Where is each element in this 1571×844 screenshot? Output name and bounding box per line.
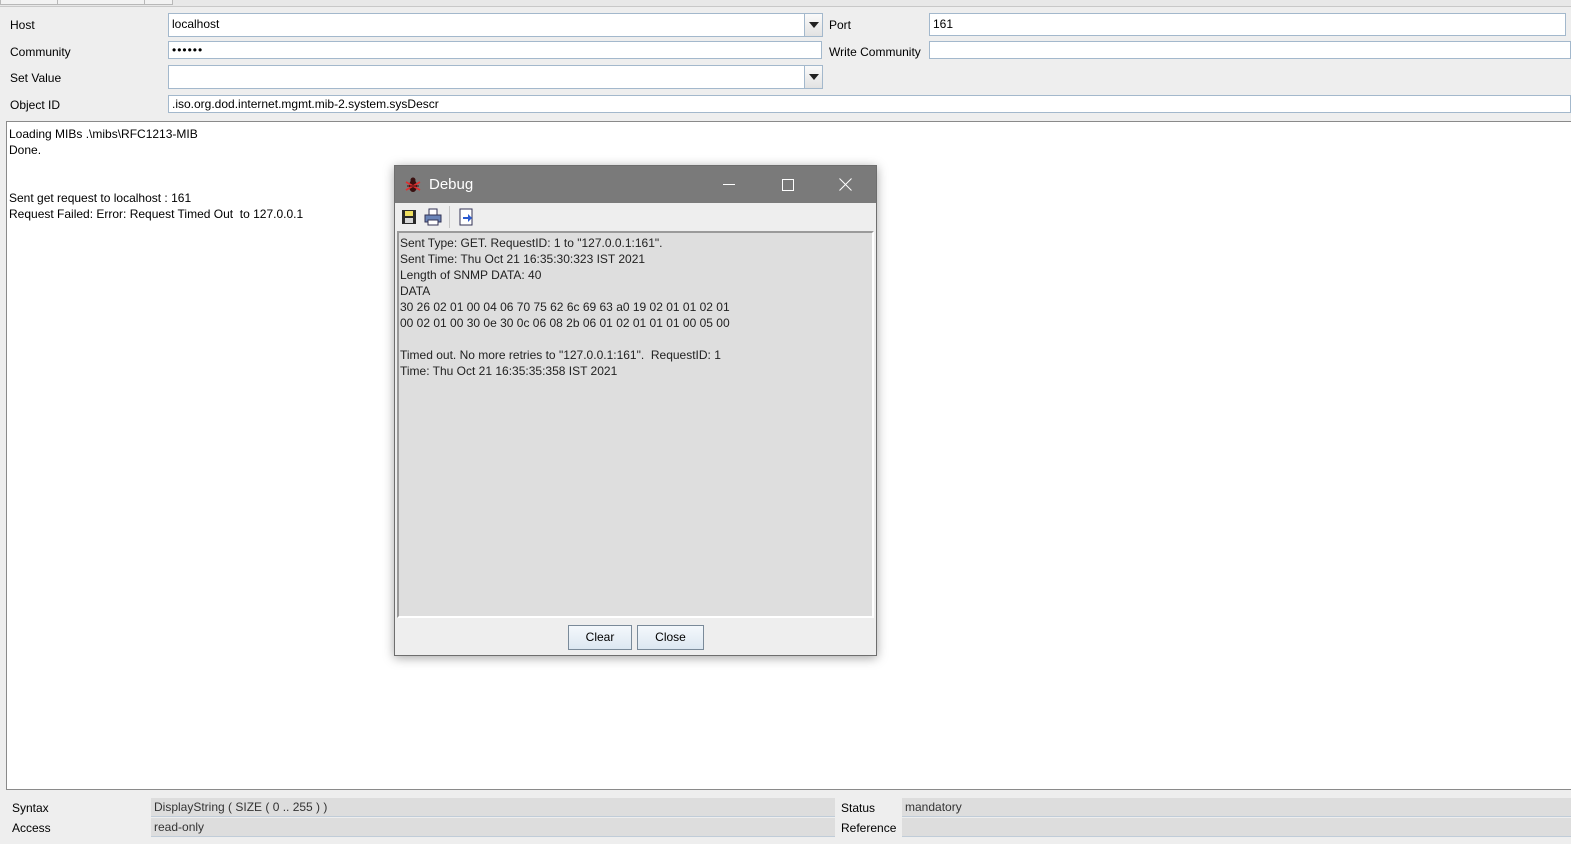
port-label: Port bbox=[829, 18, 852, 32]
save-icon bbox=[402, 210, 416, 224]
host-combo[interactable]: localhost bbox=[168, 13, 823, 37]
toolbar-separator bbox=[449, 206, 450, 228]
port-field[interactable]: 161 bbox=[929, 13, 1566, 36]
object-id-label: Object ID bbox=[10, 98, 61, 112]
debug-line: 00 02 01 00 30 0e 30 0c 06 08 2b 06 01 0… bbox=[400, 316, 730, 330]
minimize-icon bbox=[723, 184, 735, 185]
debug-line bbox=[400, 331, 871, 347]
output-line: Done. bbox=[9, 143, 42, 157]
export-button[interactable] bbox=[455, 206, 477, 228]
status-value: mandatory bbox=[902, 798, 1571, 817]
set-value-combo[interactable] bbox=[168, 65, 823, 89]
write-community-field[interactable] bbox=[929, 41, 1571, 59]
mib-details-panel: Syntax DisplayString ( SIZE ( 0 .. 255 )… bbox=[0, 795, 1571, 844]
syntax-label: Syntax bbox=[12, 801, 49, 815]
minimize-button[interactable] bbox=[707, 166, 753, 203]
debug-line: Sent Type: GET. RequestID: 1 to "127.0.0… bbox=[400, 236, 663, 250]
bug-icon bbox=[405, 177, 421, 192]
syntax-value: DisplayString ( SIZE ( 0 .. 255 ) ) bbox=[151, 798, 835, 817]
host-dropdown-button[interactable] bbox=[804, 14, 822, 36]
access-label: Access bbox=[12, 821, 51, 835]
maximize-icon bbox=[782, 179, 794, 191]
output-line: Loading MIBs .\mibs\RFC1213-MIB bbox=[9, 127, 198, 141]
chevron-down-icon bbox=[809, 74, 819, 80]
object-id-field[interactable]: .iso.org.dod.internet.mgmt.mib-2.system.… bbox=[168, 95, 1571, 113]
set-value-label: Set Value bbox=[10, 71, 62, 85]
debug-line: Time: Thu Oct 21 16:35:35:358 IST 2021 bbox=[400, 364, 618, 378]
print-icon bbox=[424, 208, 442, 226]
host-label: Host bbox=[10, 18, 35, 32]
debug-dialog: Debug Sent Type: GET. RequestID: 1 to "1… bbox=[394, 165, 877, 656]
set-value-dropdown-button[interactable] bbox=[804, 66, 822, 88]
clear-button[interactable]: Clear bbox=[568, 625, 632, 650]
print-button[interactable] bbox=[422, 206, 444, 228]
tab-strip bbox=[0, 0, 1571, 7]
export-icon bbox=[459, 208, 473, 226]
close-window-button[interactable] bbox=[823, 166, 869, 203]
debug-line: DATA bbox=[400, 284, 431, 298]
debug-line: 30 26 02 01 00 04 06 70 75 62 6c 69 63 a… bbox=[400, 300, 730, 314]
host-value: localhost bbox=[172, 17, 220, 31]
community-label: Community bbox=[10, 45, 71, 59]
debug-line: Timed out. No more retries to "127.0.0.1… bbox=[400, 348, 721, 362]
write-community-label: Write Community bbox=[829, 45, 921, 59]
access-value: read-only bbox=[151, 818, 835, 837]
reference-value bbox=[902, 818, 1571, 837]
debug-toolbar bbox=[395, 203, 876, 230]
tab-left[interactable] bbox=[0, 0, 58, 5]
maximize-button[interactable] bbox=[765, 166, 811, 203]
status-label: Status bbox=[841, 801, 876, 815]
debug-line: Length of SNMP DATA: 40 bbox=[400, 268, 542, 282]
tab-right[interactable] bbox=[144, 0, 173, 5]
debug-title: Debug bbox=[429, 176, 474, 193]
debug-titlebar[interactable]: Debug bbox=[395, 166, 876, 203]
close-button[interactable]: Close bbox=[637, 625, 704, 650]
tab-middle[interactable] bbox=[57, 0, 145, 5]
debug-log[interactable]: Sent Type: GET. RequestID: 1 to "127.0.0… bbox=[397, 231, 874, 618]
save-button[interactable] bbox=[398, 206, 420, 228]
community-field[interactable]: •••••• bbox=[168, 41, 822, 59]
reference-label: Reference bbox=[841, 821, 897, 835]
debug-line: Sent Time: Thu Oct 21 16:35:30:323 IST 2… bbox=[400, 252, 646, 266]
chevron-down-icon bbox=[809, 22, 819, 28]
